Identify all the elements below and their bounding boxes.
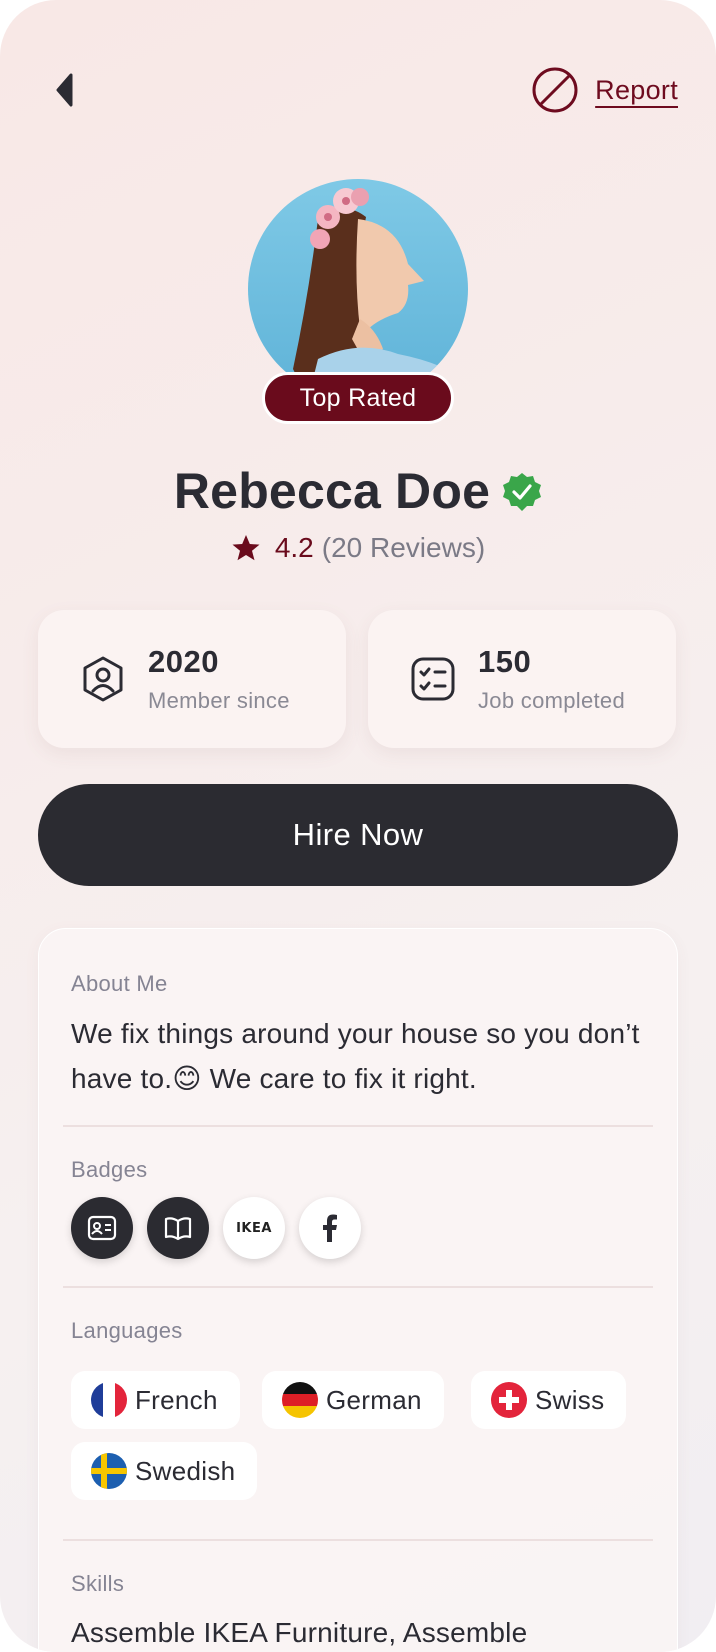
smile-emoji: 😊 xyxy=(172,1063,202,1094)
id-card-icon xyxy=(87,1215,117,1241)
reviews-count: (20 Reviews) xyxy=(321,532,486,563)
verified-icon xyxy=(503,473,542,511)
language-chip-swedish: Swedish xyxy=(71,1442,258,1500)
badges-row: IKEA xyxy=(71,1197,361,1259)
block-icon xyxy=(532,67,578,113)
about-text-part2: We care to fix it right. xyxy=(201,1063,477,1094)
languages-label: Languages xyxy=(71,1318,183,1343)
book-badge-icon[interactable] xyxy=(147,1197,209,1259)
profile-screen: Report Top Rated Rebecca Doe 4.2 (20 Rev… xyxy=(0,0,716,1652)
top-rated-badge: Top Rated xyxy=(262,372,454,424)
language-label: Swedish xyxy=(135,1455,236,1486)
jobs-completed-card: 150 Job completed xyxy=(368,610,676,748)
france-flag-icon xyxy=(91,1382,127,1418)
facebook-badge-icon[interactable] xyxy=(299,1197,361,1259)
rating-row: 4.2 (20 Reviews) xyxy=(0,532,716,564)
avatar xyxy=(248,179,468,399)
member-since-label: Member since xyxy=(148,688,290,713)
skills-label: Skills xyxy=(71,1571,125,1596)
member-since-value: 2020 xyxy=(148,644,219,679)
star-icon xyxy=(232,535,260,561)
id-card-badge-icon[interactable] xyxy=(71,1197,133,1259)
jobs-completed-value: 150 xyxy=(478,644,532,679)
report-button[interactable]: Report xyxy=(531,66,678,114)
ikea-badge-icon[interactable]: IKEA xyxy=(223,1197,285,1259)
sweden-flag-icon xyxy=(91,1453,127,1489)
badges-label: Badges xyxy=(71,1157,148,1182)
language-label: French xyxy=(135,1384,218,1415)
language-label: Swiss xyxy=(535,1384,605,1415)
skills-text: Assemble IKEA Furniture, Assemble xyxy=(71,1617,528,1648)
germany-flag-icon xyxy=(282,1382,318,1418)
facebook-icon xyxy=(323,1214,337,1242)
language-chip-french: French xyxy=(71,1371,240,1429)
divider xyxy=(63,1125,653,1127)
about-text: We fix things around your house so you d… xyxy=(71,1011,661,1101)
back-button[interactable] xyxy=(48,70,82,110)
hire-now-button[interactable]: Hire Now xyxy=(38,784,678,886)
divider xyxy=(63,1539,653,1541)
user-badge-icon xyxy=(83,656,123,702)
language-chip-german: German xyxy=(262,1371,444,1429)
avatar-photo xyxy=(248,179,468,399)
report-label: Report xyxy=(595,74,678,105)
profile-details-panel: About Me We fix things around your house… xyxy=(38,928,678,1652)
language-chip-swiss: Swiss xyxy=(471,1371,627,1429)
name-row: Rebecca Doe xyxy=(0,462,716,520)
book-icon xyxy=(164,1217,192,1241)
member-since-card: 2020 Member since xyxy=(38,610,346,748)
ikea-logo-text: IKEA xyxy=(236,1220,272,1236)
profile-name: Rebecca Doe xyxy=(173,463,491,519)
divider xyxy=(63,1286,653,1288)
checklist-icon xyxy=(411,657,455,701)
back-arrow-icon xyxy=(56,73,73,107)
switzerland-flag-icon xyxy=(491,1382,527,1418)
jobs-completed-label: Job completed xyxy=(478,688,625,713)
about-label: About Me xyxy=(71,971,168,996)
language-label: German xyxy=(326,1384,422,1415)
rating-value: 4.2 xyxy=(274,532,314,563)
